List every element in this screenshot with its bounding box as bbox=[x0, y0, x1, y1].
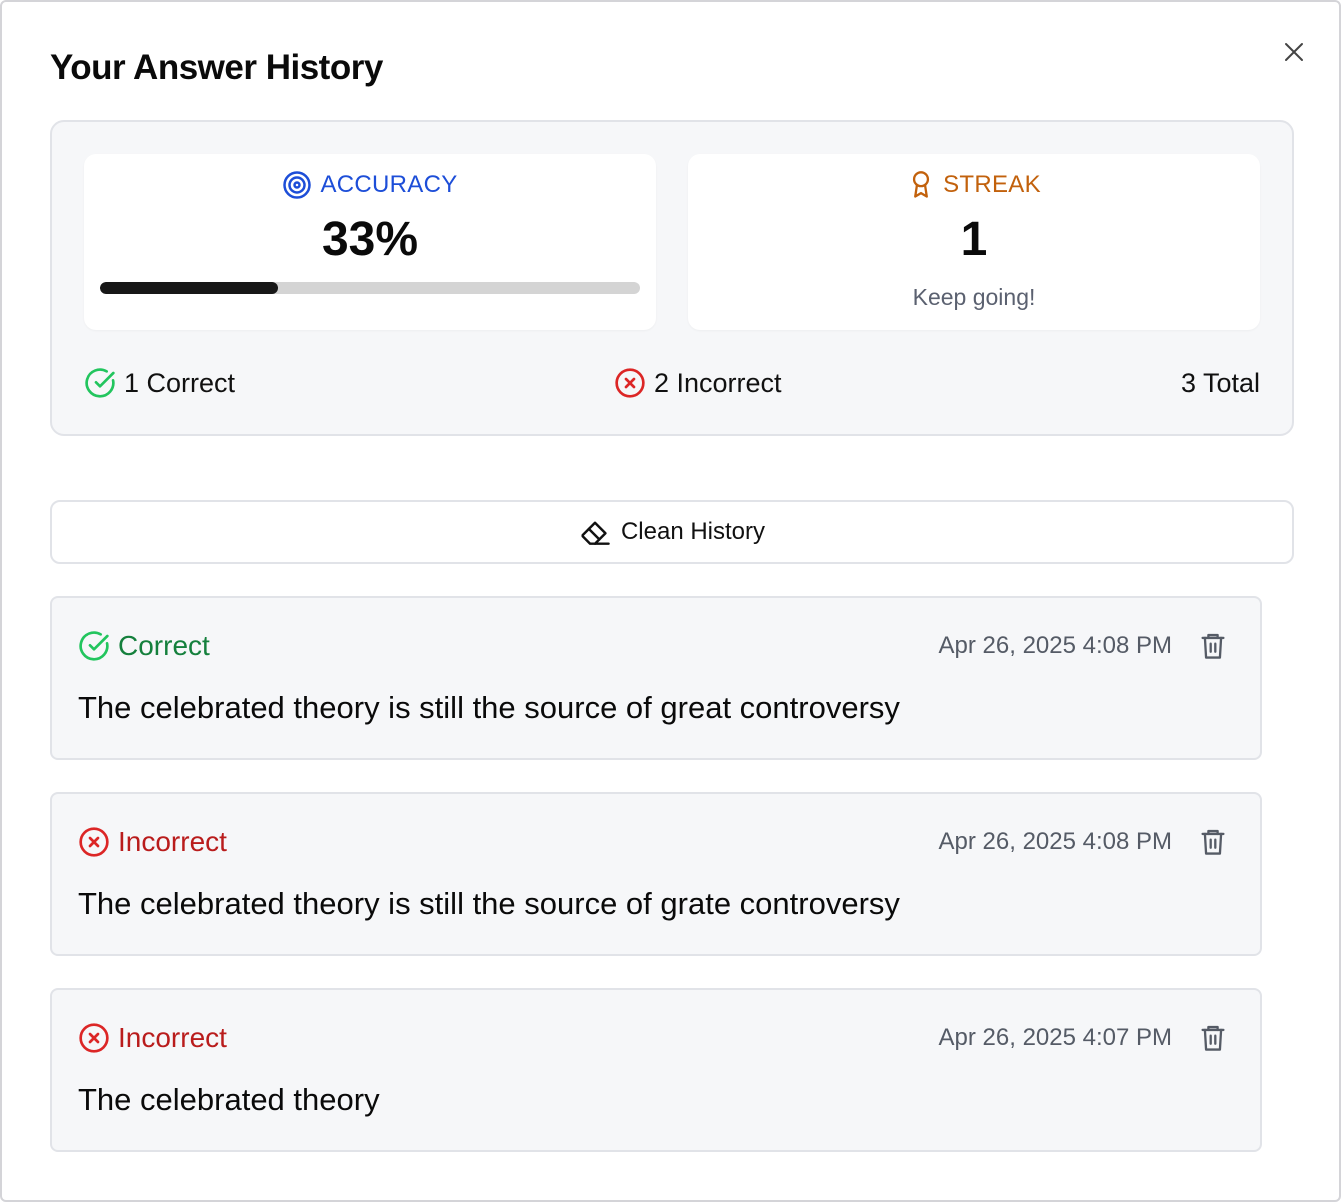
stats-panel: ACCURACY 33% STREAK 1 Keep going! 1 Corr… bbox=[50, 120, 1294, 436]
check-circle-icon bbox=[79, 631, 109, 661]
entry-status: Incorrect bbox=[78, 826, 227, 858]
incorrect-count: 2 Incorrect bbox=[614, 366, 782, 400]
accuracy-value: 33% bbox=[321, 213, 419, 266]
entry-status-label: Correct bbox=[118, 630, 210, 661]
delete-entry-button[interactable] bbox=[1198, 826, 1228, 858]
accuracy-label: ACCURACY bbox=[320, 171, 458, 198]
target-icon bbox=[283, 171, 312, 199]
streak-subtext: Keep going! bbox=[912, 284, 1036, 310]
accuracy-card: ACCURACY 33% bbox=[84, 154, 656, 330]
x-circle-icon bbox=[79, 827, 109, 857]
entry-status: Correct bbox=[78, 630, 210, 662]
entry-timestamp: Apr 26, 2025 4:07 PM bbox=[938, 1024, 1172, 1051]
streak-header: STREAK bbox=[688, 170, 1260, 200]
award-icon bbox=[913, 171, 930, 198]
accuracy-progress-fill bbox=[100, 282, 279, 294]
x-circle-icon bbox=[615, 368, 645, 398]
streak-card: STREAK 1 Keep going! bbox=[688, 154, 1260, 330]
history-entry: Incorrect Apr 26, 2025 4:08 PM The celeb… bbox=[50, 792, 1262, 956]
incorrect-count-label: 2 Incorrect bbox=[654, 367, 782, 398]
trash-icon bbox=[1201, 633, 1225, 659]
check-circle-icon bbox=[85, 368, 115, 398]
close-icon bbox=[1285, 43, 1303, 61]
delete-entry-button[interactable] bbox=[1198, 1022, 1228, 1054]
entry-text: The celebrated theory is still the sourc… bbox=[78, 886, 900, 921]
entry-status-label: Incorrect bbox=[118, 1022, 227, 1053]
close-button[interactable] bbox=[1278, 36, 1310, 68]
accuracy-progress-bar bbox=[100, 282, 640, 294]
dialog-title: Your Answer History bbox=[50, 48, 383, 87]
trash-icon bbox=[1201, 829, 1225, 855]
trash-icon bbox=[1201, 1025, 1225, 1051]
correct-count-label: 1 Correct bbox=[124, 367, 236, 398]
accuracy-header: ACCURACY bbox=[84, 170, 656, 200]
x-circle-icon bbox=[79, 1023, 109, 1053]
entry-status: Incorrect bbox=[78, 1022, 227, 1054]
clean-history-button[interactable]: Clean History bbox=[50, 500, 1294, 564]
entry-timestamp: Apr 26, 2025 4:08 PM bbox=[938, 828, 1172, 855]
entry-timestamp: Apr 26, 2025 4:08 PM bbox=[938, 632, 1172, 659]
streak-value: 1 bbox=[960, 213, 988, 266]
eraser-icon bbox=[581, 521, 610, 545]
correct-count: 1 Correct bbox=[84, 366, 235, 400]
history-entry: Incorrect Apr 26, 2025 4:07 PM The celeb… bbox=[50, 988, 1262, 1152]
streak-label: STREAK bbox=[943, 171, 1041, 198]
answer-history-dialog: Your Answer History ACCURACY 33% STREAK … bbox=[0, 0, 1341, 1202]
clean-history-label: Clean History bbox=[620, 518, 766, 545]
entry-status-label: Incorrect bbox=[118, 826, 227, 857]
delete-entry-button[interactable] bbox=[1198, 630, 1228, 662]
history-entry: Correct Apr 26, 2025 4:08 PM The celebra… bbox=[50, 596, 1262, 760]
total-count: 3 Total bbox=[1180, 367, 1260, 398]
entry-text: The celebrated theory bbox=[78, 1082, 380, 1117]
entry-text: The celebrated theory is still the sourc… bbox=[78, 690, 900, 725]
